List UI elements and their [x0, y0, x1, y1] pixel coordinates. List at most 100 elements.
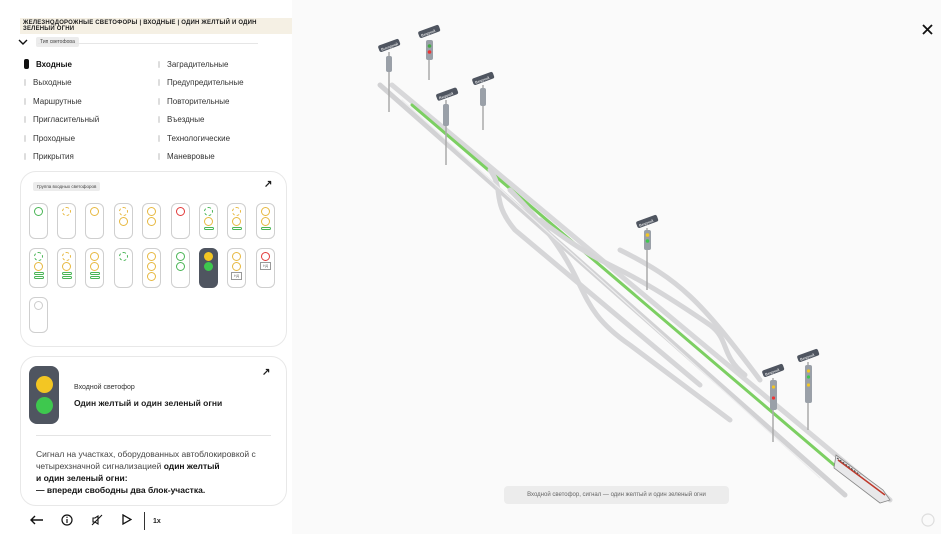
- play-icon[interactable]: [112, 513, 142, 528]
- detail-description: Сигнал на участках, оборудованных автобл…: [36, 448, 276, 496]
- track-rail: [401, 99, 821, 479]
- lamp: [34, 301, 43, 310]
- divider: [38, 43, 258, 44]
- type-marker: [24, 59, 29, 70]
- type-item-label: Заградительные: [167, 59, 229, 69]
- lamp: [176, 207, 185, 216]
- lamp-bar: [33, 272, 44, 275]
- type-marker: [24, 97, 26, 105]
- type-item[interactable]: Прикрытия: [24, 148, 99, 167]
- lamp: [232, 207, 241, 216]
- type-header[interactable]: Тип светофора: [18, 37, 79, 47]
- type-marker: [24, 153, 26, 161]
- back-arrow-icon[interactable]: [22, 515, 52, 528]
- lamp: [147, 217, 156, 226]
- signal-mast: Входной: [472, 71, 495, 130]
- signal-option[interactable]: [85, 203, 104, 239]
- type-marker: [24, 79, 26, 87]
- expand-arrow-icon[interactable]: ↗: [262, 367, 270, 378]
- selected-signal-illustration: [29, 366, 59, 424]
- signal-option[interactable]: [114, 203, 133, 239]
- type-marker: [158, 60, 160, 68]
- signal-group-card: Группа входных светофоров ↗ НД НД: [20, 171, 287, 347]
- signal-option-selected[interactable]: [199, 248, 218, 288]
- tracks: [377, 82, 893, 503]
- type-item[interactable]: Проходные: [24, 129, 99, 148]
- yellow-lamp-icon: [35, 376, 53, 393]
- signal-option[interactable]: [171, 248, 190, 288]
- lamp-green-lit: [204, 262, 213, 271]
- type-item[interactable]: Повторительные: [158, 92, 244, 111]
- type-tag: Тип светофора: [36, 37, 79, 47]
- type-item[interactable]: Предупредительные: [158, 74, 244, 93]
- signal-mast: Входной: [797, 348, 820, 430]
- toolbar-separator: [144, 512, 145, 530]
- lamp: [119, 217, 128, 226]
- lamp: [147, 272, 156, 281]
- scene-caption: Входной светофор, сигнал — один желтый и…: [504, 486, 729, 504]
- type-marker: [158, 134, 160, 142]
- bottom-toolbar: 1x: [22, 512, 161, 530]
- type-item[interactable]: Маршрутные: [24, 92, 99, 111]
- detail-title: Один желтый и один зеленый огни: [74, 398, 223, 408]
- desc-text: Сигнал на участках, оборудованных автобл…: [36, 449, 256, 471]
- type-item[interactable]: Технологические: [158, 129, 244, 148]
- lamp: [261, 217, 270, 226]
- lamp: [90, 252, 99, 261]
- lamp-box: НД: [260, 262, 271, 270]
- type-item-label: Проходные: [33, 133, 76, 143]
- type-item-label: Пригласительный: [33, 115, 100, 125]
- signal-option[interactable]: [57, 203, 76, 239]
- signal-option[interactable]: [114, 248, 133, 288]
- desc-bold: — впереди свободны два блок-участка.: [36, 485, 206, 495]
- track-main-right: [389, 82, 893, 503]
- signal-option[interactable]: [85, 248, 104, 288]
- expand-arrow-icon[interactable]: ↗: [264, 179, 272, 190]
- type-item[interactable]: Выходные: [24, 74, 99, 93]
- signal-mast: Входной: [418, 24, 441, 80]
- sound-off-icon[interactable]: [82, 514, 112, 529]
- type-item[interactable]: Пригласительный: [24, 111, 99, 130]
- type-column-right: Заградительные Предупредительные Повтори…: [158, 55, 244, 166]
- lamp-yellow-lit: [204, 252, 213, 261]
- type-item[interactable]: Въездные: [158, 111, 244, 130]
- type-column-left: Входные Выходные Маршрутные Пригласитель…: [24, 55, 99, 166]
- type-item[interactable]: Входные: [24, 55, 99, 74]
- signal-option[interactable]: НД: [256, 248, 275, 288]
- lamp: [119, 252, 128, 261]
- lamp: [261, 252, 270, 261]
- signal-option[interactable]: [142, 203, 161, 239]
- speed-button[interactable]: 1x: [153, 518, 161, 525]
- signal-option[interactable]: [29, 248, 48, 288]
- lamp: [204, 217, 213, 226]
- lamp-bar: [89, 272, 100, 275]
- signal-option[interactable]: [256, 203, 275, 239]
- railway-scene: Выходной Входной Входной Входной Входной…: [377, 24, 935, 527]
- lamp: [90, 262, 99, 271]
- settings-icon[interactable]: [921, 513, 935, 527]
- type-item[interactable]: Маневровые: [158, 148, 244, 167]
- type-marker: [158, 79, 160, 87]
- lamp: [147, 207, 156, 216]
- signal-option[interactable]: [29, 297, 48, 333]
- signal-option[interactable]: [171, 203, 190, 239]
- type-item-label: Технологические: [167, 133, 231, 143]
- type-item-label: Предупредительные: [167, 78, 244, 88]
- signal-option[interactable]: НД: [227, 248, 246, 288]
- signal-option[interactable]: [227, 203, 246, 239]
- signal-option[interactable]: [57, 248, 76, 288]
- info-icon[interactable]: [52, 513, 82, 529]
- lamp: [90, 207, 99, 216]
- type-item[interactable]: Заградительные: [158, 55, 244, 74]
- route-highlight: [410, 103, 842, 472]
- lamp: [232, 217, 241, 226]
- signal-option[interactable]: [199, 203, 218, 239]
- desc-bold: один желтый: [163, 461, 220, 471]
- left-panel: железнодорожные светофоры | входные | од…: [0, 0, 292, 534]
- signal-option[interactable]: [29, 203, 48, 239]
- divider: [36, 435, 271, 436]
- chevron-down-icon[interactable]: [18, 37, 28, 47]
- signal-option[interactable]: [142, 248, 161, 288]
- lamp: [119, 207, 128, 216]
- lamp: [261, 207, 270, 216]
